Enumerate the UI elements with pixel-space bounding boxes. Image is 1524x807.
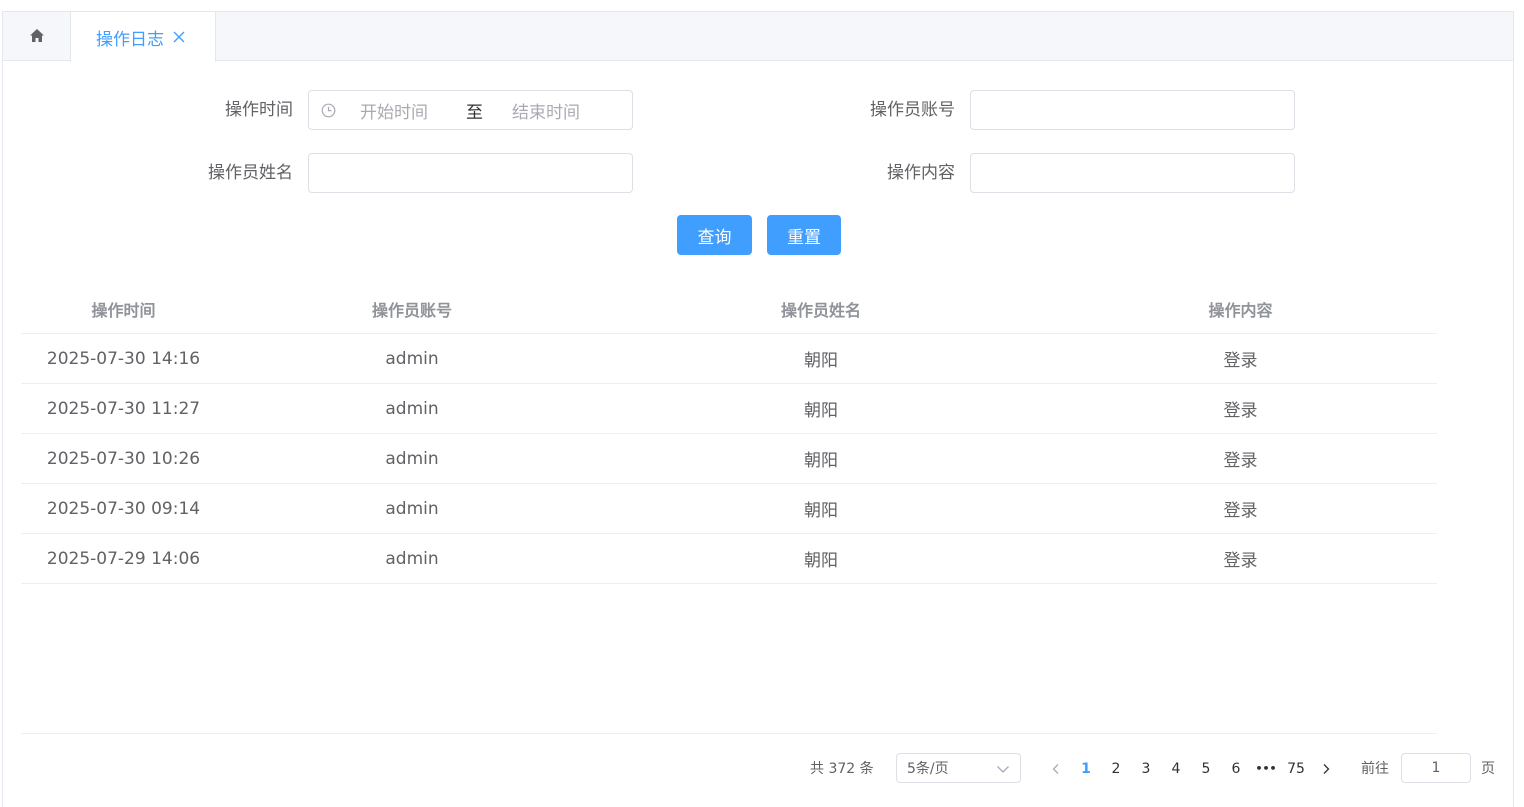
chevron-down-icon [996, 762, 1010, 780]
cell-time: 2025-07-30 14:16 [46, 348, 201, 369]
cell-time: 2025-07-29 14:06 [46, 548, 201, 569]
table-row[interactable]: 2025-07-30 14:16 admin 朝阳 登录 [21, 334, 1437, 384]
cell-account: admin [385, 348, 439, 369]
cell-time: 2025-07-30 11:27 [46, 398, 201, 419]
cell-name: 朝阳 [804, 351, 838, 371]
column-header-time[interactable]: 操作时间 [21, 297, 226, 321]
close-icon[interactable] [172, 30, 186, 44]
prev-page-button[interactable] [1043, 754, 1069, 784]
cell-content: 登录 [1223, 401, 1258, 421]
table-row[interactable]: 2025-07-29 14:06 admin 朝阳 登录 [21, 534, 1437, 584]
clock-icon [321, 103, 336, 118]
page-number-4[interactable]: 4 [1163, 754, 1189, 784]
table-row[interactable]: 2025-07-30 11:27 admin 朝阳 登录 [21, 384, 1437, 434]
name-input[interactable] [308, 153, 633, 193]
page-size-select[interactable]: 5条/页 [896, 753, 1021, 783]
page-number-3[interactable]: 3 [1133, 754, 1159, 784]
tab-operation-log[interactable]: 操作日志 [70, 12, 216, 62]
date-range-picker[interactable]: 开始时间 至 结束时间 [308, 90, 633, 130]
table-row[interactable]: 2025-07-30 09:14 admin 朝阳 登录 [21, 484, 1437, 534]
account-input[interactable] [970, 90, 1295, 130]
goto-page-input[interactable]: 1 [1401, 753, 1471, 783]
page-number-5[interactable]: 5 [1193, 754, 1219, 784]
tab-home[interactable] [3, 12, 70, 61]
page-number-6[interactable]: 6 [1223, 754, 1249, 784]
cell-content: 登录 [1223, 451, 1258, 471]
page-number-2[interactable]: 2 [1103, 754, 1129, 784]
tab-bar: 操作日志 [3, 12, 1513, 62]
pagination-total: 共 372 条 [810, 761, 874, 777]
table-row[interactable]: 2025-07-30 10:26 admin 朝阳 登录 [21, 434, 1437, 484]
cell-account: admin [385, 548, 439, 569]
cell-time: 2025-07-30 10:26 [46, 448, 201, 469]
end-time-placeholder[interactable]: 结束时间 [512, 98, 602, 123]
cell-content: 登录 [1223, 351, 1258, 371]
content-label: 操作内容 [887, 163, 955, 183]
range-separator: 至 [466, 102, 483, 123]
log-table: 操作时间 操作员账号 操作员姓名 操作内容 2025-07-30 14:16 a… [21, 284, 1437, 584]
page-number-1[interactable]: 1 [1073, 754, 1099, 784]
next-page-button[interactable] [1313, 754, 1339, 784]
start-time-placeholder[interactable]: 开始时间 [360, 98, 450, 123]
search-button[interactable]: 查询 [677, 215, 752, 255]
cell-name: 朝阳 [804, 451, 838, 471]
cell-account: admin [385, 498, 439, 519]
cell-name: 朝阳 [804, 551, 838, 571]
column-header-account[interactable]: 操作员账号 [226, 297, 598, 321]
cell-content: 登录 [1223, 501, 1258, 521]
reset-button[interactable]: 重置 [767, 215, 841, 255]
cell-name: 朝阳 [804, 401, 838, 421]
cell-account: admin [385, 448, 439, 469]
cell-name: 朝阳 [804, 501, 838, 521]
content-input[interactable] [970, 153, 1295, 193]
home-icon [29, 27, 44, 46]
goto-label: 前往 [1361, 761, 1389, 777]
table-header: 操作时间 操作员账号 操作员姓名 操作内容 [21, 284, 1437, 334]
account-label: 操作员账号 [870, 100, 955, 120]
column-header-content[interactable]: 操作内容 [1044, 297, 1437, 321]
name-label: 操作员姓名 [208, 163, 293, 183]
cell-account: admin [385, 398, 439, 419]
chevron-left-icon [1050, 763, 1062, 775]
table-bottom-divider [21, 733, 1437, 734]
time-label: 操作时间 [225, 100, 293, 120]
page-number-last[interactable]: 75 [1283, 754, 1309, 784]
goto-suffix: 页 [1481, 761, 1495, 777]
tab-label: 操作日志 [96, 29, 164, 50]
page-size-value: 5条/页 [907, 761, 949, 777]
cell-time: 2025-07-30 09:14 [46, 498, 201, 519]
cell-content: 登录 [1223, 551, 1258, 571]
main-frame: 操作日志 操作时间 开始时间 至 结束时间 操作员账号 操作员姓名 操作内容 查… [2, 11, 1514, 807]
page-ellipsis[interactable]: ••• [1253, 754, 1279, 784]
column-header-name[interactable]: 操作员姓名 [598, 297, 1044, 321]
chevron-right-icon [1320, 763, 1332, 775]
